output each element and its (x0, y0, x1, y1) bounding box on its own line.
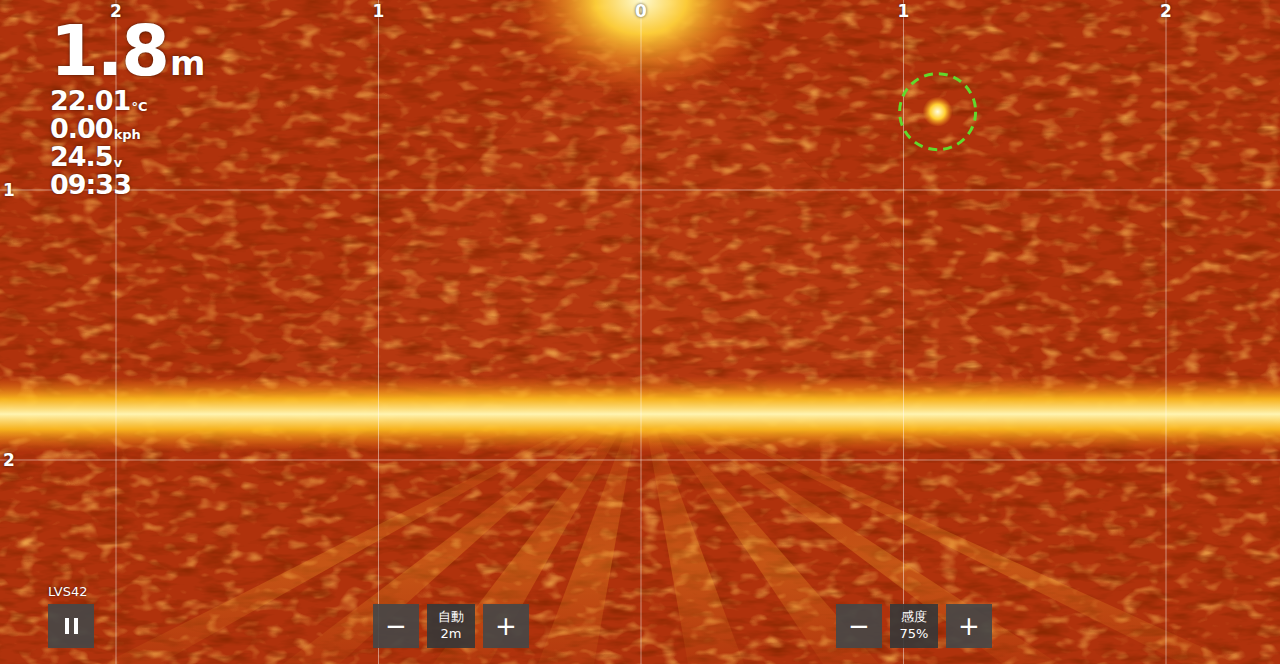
bottom-bar: LVS42−自動2m+−感度75%+ (0, 584, 1280, 648)
depth-value: 1.8 (50, 16, 168, 86)
sonar-image (0, 0, 1280, 664)
grid-line (641, 0, 642, 664)
pause-icon (65, 618, 69, 634)
range-tick-label: 0 (635, 3, 647, 20)
control-label: 自動 (438, 609, 464, 626)
sonar-screen: 21012121.8m22.01°C0.00kph24.5v09:33LVS42… (0, 0, 1280, 664)
readout-row: 09:33 (50, 171, 205, 198)
readout-unit: kph (114, 128, 141, 141)
grid-line (1166, 0, 1167, 664)
depth-readout: 1.8m (50, 16, 205, 86)
readout-value: 09:33 (50, 171, 131, 198)
readout-value: 22.01 (50, 87, 130, 114)
depth-tick-label: 1 (3, 182, 15, 199)
increment-button[interactable]: + (946, 604, 992, 648)
control-group: −自動2m+ (373, 604, 543, 648)
depth-tick-label: 2 (3, 452, 15, 469)
readout-row: 0.00kph (50, 115, 205, 142)
pause-button[interactable] (48, 604, 94, 648)
control-setting: 75% (900, 626, 929, 643)
decrement-button[interactable]: − (373, 604, 419, 648)
grid-line (903, 0, 904, 664)
readout-row: 24.5v (50, 143, 205, 170)
pause-icon (74, 618, 78, 634)
target-marker (900, 74, 976, 150)
bottom-return (0, 376, 1280, 452)
decrement-button[interactable]: − (836, 604, 882, 648)
range-tick-label: 1 (373, 3, 385, 20)
readout-value: 24.5 (50, 143, 113, 170)
readout-value: 0.00 (50, 115, 113, 142)
grid-line (0, 190, 1280, 191)
control-label: 感度 (901, 609, 927, 626)
control-group: −感度75%+ (836, 604, 1006, 648)
control-setting: 2m (441, 626, 462, 643)
target-echo (923, 97, 953, 127)
fish-target (900, 74, 976, 150)
readout-unit: v (114, 156, 122, 169)
increment-button[interactable]: + (483, 604, 529, 648)
data-readout: 1.8m22.01°C0.00kph24.5v09:33 (50, 16, 205, 198)
control-value: 感度75% (890, 604, 938, 648)
grid-line (0, 460, 1280, 461)
transducer: LVS42 (48, 584, 108, 648)
transducer-label: LVS42 (48, 584, 88, 600)
grid-line (378, 0, 379, 664)
readout-unit: °C (131, 100, 147, 113)
range-tick-label: 2 (1160, 3, 1172, 20)
range-tick-label: 1 (898, 3, 910, 20)
depth-unit: m (170, 46, 205, 80)
readout-row: 22.01°C (50, 87, 205, 114)
control-value: 自動2m (427, 604, 475, 648)
